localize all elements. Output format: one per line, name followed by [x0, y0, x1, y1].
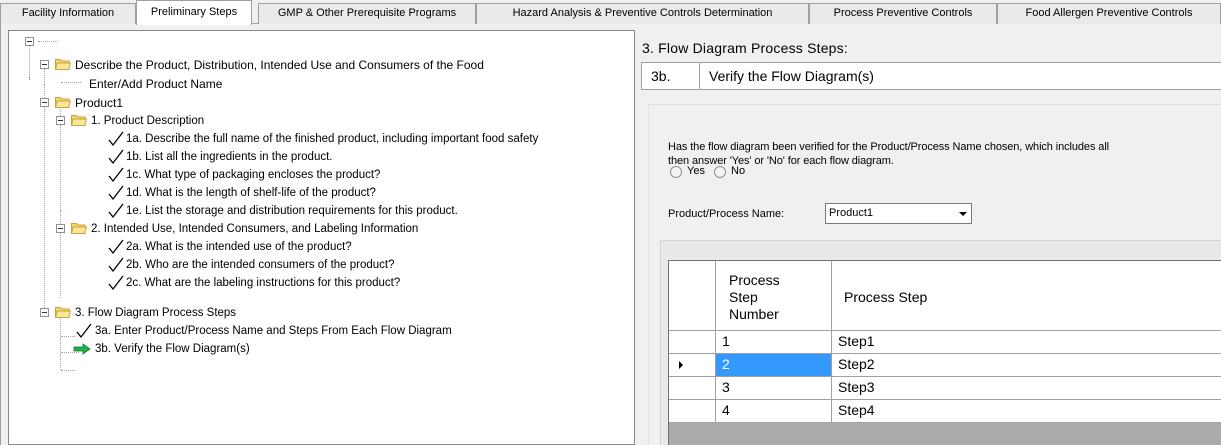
tab-strip: Facility Information Preliminary Steps G…	[0, 0, 1221, 25]
checkmark-icon	[108, 275, 124, 291]
row-header[interactable]	[669, 377, 716, 400]
tree-item-2b[interactable]: 2b. Who are the intended consumers of th…	[126, 257, 395, 273]
column-header-process-step[interactable]: Process Step	[832, 261, 1221, 331]
tab-gmp-prerequisite-programs[interactable]: GMP & Other Prerequisite Programs	[258, 3, 476, 24]
product-process-label: Product/Process Name:	[668, 208, 785, 220]
folder-open-icon	[71, 115, 87, 126]
checkmark-icon	[108, 203, 124, 219]
table-row-process-step[interactable]: Step4	[832, 400, 1221, 423]
grid-corner-header	[669, 261, 716, 331]
table-row-step-number[interactable]: 1	[716, 331, 832, 354]
yes-radio-label: Yes	[687, 165, 705, 177]
no-radio-circle[interactable]	[714, 166, 726, 178]
yes-radio[interactable]: Yes	[670, 164, 718, 180]
checkmark-icon	[108, 131, 124, 147]
table-row-process-step[interactable]: Step3	[832, 377, 1221, 400]
tree-item-2a[interactable]: 2a. What is the intended use of the prod…	[126, 239, 352, 255]
checkmark-icon	[108, 167, 124, 183]
process-steps-grid[interactable]: Process Step Number Process Step 1 Step1…	[668, 260, 1221, 445]
steps-tree[interactable]: Describe the Product, Distribution, Inte…	[8, 30, 635, 445]
tree-item-1e[interactable]: 1e. List the storage and distribution re…	[126, 203, 458, 219]
tree-item-flow-diagram[interactable]: 3. Flow Diagram Process Steps	[75, 305, 236, 321]
no-radio-label: No	[731, 165, 746, 177]
tab-hazard-analysis[interactable]: Hazard Analysis & Preventive Controls De…	[476, 3, 809, 24]
checkmark-icon	[108, 239, 124, 255]
page-title: 3. Flow Diagram Process Steps:	[642, 40, 848, 56]
tab-food-allergen-preventive-controls[interactable]: Food Allergen Preventive Controls	[997, 3, 1221, 24]
no-radio[interactable]: No	[714, 164, 754, 180]
substep-header: 3b. Verify the Flow Diagram(s)	[641, 62, 1221, 90]
tree-item-enter-product-name[interactable]: Enter/Add Product Name	[89, 76, 222, 92]
row-header-current[interactable]	[669, 354, 716, 377]
checkmark-icon	[108, 257, 124, 273]
tree-item-1b[interactable]: 1b. List all the ingredients in the prod…	[126, 149, 333, 165]
row-header[interactable]	[669, 400, 716, 423]
tab-preliminary-steps[interactable]: Preliminary Steps	[136, 0, 252, 25]
product-description-expander-icon[interactable]	[56, 116, 65, 125]
substep-number: 3b.	[651, 68, 671, 84]
tree-item-intended-use[interactable]: 2. Intended Use, Intended Consumers, and…	[91, 221, 418, 237]
folder-open-icon	[55, 97, 71, 108]
column-header-step-number[interactable]: Process Step Number	[716, 261, 832, 331]
chevron-down-icon[interactable]	[959, 212, 967, 216]
tab-facility-information[interactable]: Facility Information	[0, 3, 136, 24]
intended-use-expander-icon[interactable]	[56, 224, 65, 233]
flow-diagram-expander-icon[interactable]	[40, 308, 49, 317]
tree-item-1c[interactable]: 1c. What type of packaging encloses the …	[126, 167, 380, 183]
describe-expander-icon[interactable]	[40, 60, 49, 69]
tree-item-2c[interactable]: 2c. What are the labeling instructions f…	[126, 275, 400, 291]
row-header[interactable]	[669, 331, 716, 354]
substep-title: Verify the Flow Diagram(s)	[709, 68, 874, 84]
table-row-step-number-selected[interactable]: 2	[716, 354, 832, 377]
tree-item-product-description[interactable]: 1. Product Description	[91, 113, 204, 129]
checkmark-icon	[108, 185, 124, 201]
folder-open-icon	[55, 59, 71, 70]
tree-item-3a[interactable]: 3a. Enter Product/Process Name and Steps…	[95, 323, 452, 339]
yes-radio-circle[interactable]	[670, 166, 682, 178]
tree-item-product1[interactable]: Product1	[75, 95, 123, 111]
product-process-value: Product1	[829, 207, 874, 219]
tree-item-1d[interactable]: 1d. What is the length of shelf-life of …	[126, 185, 376, 201]
green-arrow-icon	[73, 343, 91, 355]
folder-open-icon	[55, 307, 71, 318]
table-row-process-step[interactable]: Step2	[832, 354, 1221, 377]
current-row-pointer-icon	[679, 361, 683, 369]
table-row-step-number[interactable]: 3	[716, 377, 832, 400]
product1-expander-icon[interactable]	[40, 98, 49, 107]
tree-item-1a[interactable]: 1a. Describe the full name of the finish…	[126, 131, 538, 147]
checkmark-icon	[76, 323, 92, 339]
product-process-select[interactable]: Product1	[825, 203, 972, 224]
tree-item-describe-product[interactable]: Describe the Product, Distribution, Inte…	[75, 57, 484, 73]
table-row-process-step[interactable]: Step1	[832, 331, 1221, 354]
table-row-step-number[interactable]: 4	[716, 400, 832, 423]
checkmark-icon	[108, 149, 124, 165]
folder-open-icon	[71, 223, 87, 234]
tree-item-3b[interactable]: 3b. Verify the Flow Diagram(s)	[95, 341, 250, 357]
root-expander-icon[interactable]	[25, 37, 34, 46]
tab-process-preventive-controls[interactable]: Process Preventive Controls	[809, 3, 997, 24]
